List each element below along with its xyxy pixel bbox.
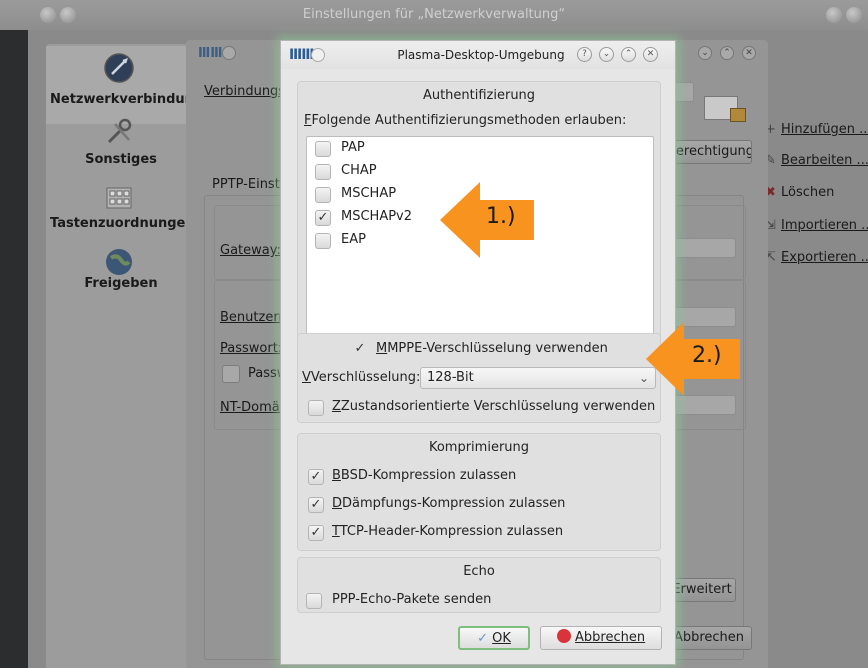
encryption-select[interactable]: 128-Bit ⌄ [420,367,656,389]
dialog-title: Plasma-Desktop-Umgebung [397,48,565,62]
minimize-icon[interactable]: ⌄ [599,47,614,62]
arrow-head [440,182,480,258]
add-connection-button[interactable]: + Hinzufügen ... [755,118,868,142]
auth-method-label: EAP [341,232,366,247]
auth-method-label: MSCHAPv2 [341,209,413,224]
maximize-icon[interactable]: ⌃ [720,46,734,60]
pin-icon[interactable] [311,48,325,62]
ppp-options-dialog: ⅢⅢ Plasma-Desktop-Umgebung ? ⌄ ⌃ ✕ Authe… [280,40,676,665]
kde-logo-icon: ⅢⅢ [198,46,223,61]
app-menu-icon[interactable] [40,7,56,23]
bsd-compression-label: BBSD-Kompression zulassen [332,468,517,483]
sidebar-item-sharing[interactable]: Freigeben [46,240,192,318]
annotation-arrow-1: 1.) [440,182,534,258]
gateway-label: Gateway: [220,243,281,258]
annotation-arrow-2: 2.) [646,322,740,396]
close-icon[interactable]: ✕ [742,46,756,60]
mppe-checkbox[interactable]: ✓ [352,341,368,357]
close-icon[interactable]: ✕ [643,47,658,62]
cancel-icon [556,629,571,643]
minimize-icon[interactable]: ⌄ [698,46,712,60]
advanced-button[interactable]: Erweitert [668,578,736,602]
globe-icon [106,249,132,275]
echo-label: PPP-Echo-Pakete senden [332,592,492,607]
sidebar-item-label: Tastenzuordnungen [50,216,192,231]
mppe-label: MMPPE-Verschlüsselung verwenden [376,341,608,356]
sidebar-item-label: Netzwerkverbindungen [50,92,192,107]
pin-icon[interactable] [60,7,76,23]
cancel-button[interactable]: Abbrechen [540,626,662,650]
compression-title: Komprimierung [428,440,530,455]
sidebar-item-label: Freigeben [84,276,158,291]
kde-logo-icon: ⅢⅢ [289,47,314,63]
connection-actions: + Hinzufügen ... ✎ Bearbeiten ... ✖ Löschen… [755,108,868,278]
authentication-title: Authentifizierung [422,88,536,103]
auth-checkbox-mschapv2[interactable]: ✓ [315,210,331,226]
bsd-compression-checkbox[interactable]: ✓ [308,469,324,485]
arrow-head [646,322,684,396]
auth-method-label: CHAP [341,163,377,178]
tools-icon [107,118,132,144]
deflate-compression-checkbox[interactable]: ✓ [308,497,324,513]
keyboard-icon [106,187,132,209]
auth-checkbox-chap[interactable] [315,164,331,180]
permissions-button[interactable]: Berechtigungen [666,140,752,164]
encryption-label: VVerschlüsselung: [302,370,421,385]
mppe-group: ✓ MMPPE-Verschlüsselung verwenden VVersc… [297,333,661,423]
settings-window-title: Einstellungen für „Netzwerkverwaltung“ [302,7,566,22]
tcp-header-compression-label: TTCP-Header-Kompression zulassen [332,524,564,539]
delete-connection-button[interactable]: ✖ Löschen [755,181,868,205]
echo-group: Echo PPP-Echo-Pakete senden [297,557,661,613]
auth-checkbox-eap[interactable] [315,233,331,249]
deflate-compression-label: DDämpfungs-Kompression zulassen [332,496,566,511]
compression-group: Komprimierung ✓ BBSD-Kompression zulasse… [297,433,661,551]
help-icon[interactable]: ? [577,47,592,62]
annotation-label: 1.) [486,204,516,229]
show-password-checkbox[interactable] [222,365,240,383]
maximize-icon[interactable]: ⌃ [621,47,636,62]
auth-method-label: MSCHAP [341,186,397,201]
connection-card-icon [704,88,750,128]
export-connection-button[interactable]: ⇱ Exportieren ... [755,246,868,270]
ok-button[interactable]: ✓ OK [458,626,530,650]
echo-title: Echo [463,564,495,579]
stateful-encryption-label: ZZustandsorientierte Verschlüsselung ver… [332,399,656,414]
auth-methods-label: FFolgende Authentifizierungsmethoden erl… [304,113,627,128]
help-icon[interactable] [826,7,842,23]
password-label: Passwort: [220,341,283,356]
close-icon[interactable] [846,7,862,23]
import-connection-button[interactable]: ⇲ Importieren ... [755,214,868,238]
tcp-header-compression-checkbox[interactable]: ✓ [308,525,324,541]
desktop-edge [0,30,28,668]
check-icon: ✓ [477,631,488,646]
stateful-encryption-checkbox[interactable] [308,400,324,416]
annotation-label: 2.) [692,343,722,368]
auth-checkbox-mschap[interactable] [315,187,331,203]
sidebar-item-label: Sonstiges [85,152,157,167]
auth-checkbox-pap[interactable] [315,141,331,157]
pin-icon[interactable] [222,46,236,60]
auth-method-label: PAP [341,140,365,155]
echo-checkbox[interactable] [306,593,322,609]
network-globe-icon [104,53,134,83]
edit-connection-button[interactable]: ✎ Bearbeiten ... [755,149,868,173]
middle-cancel-button[interactable]: Abbrechen [666,626,752,650]
